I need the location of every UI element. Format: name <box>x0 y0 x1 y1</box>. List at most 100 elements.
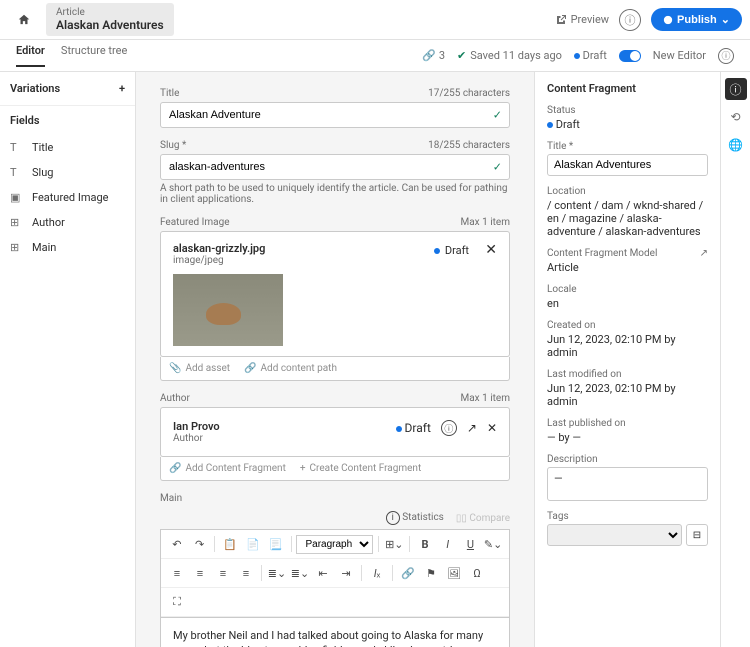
asset-thumbnail[interactable] <box>173 274 283 346</box>
location-label: Location <box>547 186 708 197</box>
link-icon: 🔗 <box>422 49 436 62</box>
paste-word-button[interactable]: 📃 <box>266 534 286 554</box>
link-count[interactable]: 🔗 3 <box>422 49 445 62</box>
field-main[interactable]: ⊞Main <box>0 235 135 260</box>
add-asset-button[interactable]: 📎Add asset <box>169 363 230 374</box>
new-editor-label: New Editor <box>653 49 706 62</box>
redo-button[interactable]: ↷ <box>190 534 210 554</box>
rp-title-label: Title * <box>547 141 708 152</box>
tab-editor[interactable]: Editor <box>16 44 45 67</box>
model-value: Article <box>547 261 579 274</box>
check-icon: ✓ <box>493 109 502 122</box>
editor-info-button[interactable]: ⓘ <box>718 48 734 64</box>
asset-status: Draft <box>434 244 469 257</box>
underline-button[interactable]: U <box>461 534 481 554</box>
chevron-down-icon: ⌄ <box>721 13 730 26</box>
editor-canvas: Title17/255 characters ✓ Slug *18/255 ch… <box>136 72 534 647</box>
remove-author-button[interactable]: ✕ <box>487 421 497 435</box>
align-center-button[interactable]: ≡ <box>190 563 210 583</box>
created-label: Created on <box>547 320 708 331</box>
properties-panel: Content Fragment Status Draft Title * Lo… <box>534 72 720 647</box>
text-color-button[interactable]: ✎⌄ <box>483 534 503 554</box>
link-icon: 🔗 <box>169 463 181 474</box>
info-icon: i <box>386 511 400 525</box>
properties-rail-button[interactable]: ⓘ <box>725 78 747 100</box>
undo-button[interactable]: ↶ <box>167 534 187 554</box>
locale-value: en <box>547 297 559 310</box>
preview-link[interactable]: Preview <box>555 13 609 26</box>
align-right-button[interactable]: ≡ <box>213 563 233 583</box>
status-value: Draft <box>547 118 580 131</box>
italic-button[interactable]: I <box>438 534 458 554</box>
published-label: Last published on <box>547 418 708 429</box>
link-icon: 🔗 <box>244 363 256 374</box>
author-status: Draft <box>396 421 431 435</box>
new-editor-toggle[interactable] <box>619 50 641 62</box>
publish-button[interactable]: Publish ⌄ <box>651 8 742 31</box>
statistics-button[interactable]: i Statistics <box>386 511 444 525</box>
fragment-icon: ⊞ <box>10 241 24 254</box>
open-model-button[interactable]: ↗ <box>700 248 708 259</box>
outdent-button[interactable]: ⇤ <box>313 563 333 583</box>
rte-body[interactable]: My brother Neil and I had talked about g… <box>160 618 510 647</box>
info-button[interactable]: ⓘ <box>619 9 641 31</box>
field-author[interactable]: ⊞Author <box>0 210 135 235</box>
image-button[interactable]: 🖼 <box>444 563 464 583</box>
open-fragment-button[interactable]: ↗ <box>467 421 477 435</box>
align-justify-button[interactable]: ≡ <box>236 563 256 583</box>
remove-asset-button[interactable]: ✕ <box>485 242 497 258</box>
align-left-button[interactable]: ≡ <box>167 563 187 583</box>
plus-icon: + <box>300 463 306 474</box>
add-variation-button[interactable]: + <box>119 82 125 95</box>
tags-select[interactable] <box>547 524 682 546</box>
author-info-button[interactable]: ⓘ <box>441 420 457 436</box>
title-input[interactable] <box>160 102 510 128</box>
featured-max: Max 1 item <box>461 217 511 228</box>
saved-status: ✔ Saved 11 days ago <box>457 49 562 62</box>
status-label: Status <box>547 105 708 116</box>
text-icon: T <box>10 141 24 154</box>
description-label: Description <box>547 454 708 465</box>
references-rail-button[interactable]: 🌐 <box>725 134 747 156</box>
description-input[interactable]: — <box>547 467 708 501</box>
author-max: Max 1 item <box>461 393 511 404</box>
main-label: Main <box>160 493 182 504</box>
tags-browse-button[interactable]: ⊟ <box>686 524 708 546</box>
bold-button[interactable]: B <box>415 534 435 554</box>
draft-status: Draft <box>574 49 607 62</box>
variations-header: Variations <box>10 82 60 95</box>
text-icon: T <box>10 166 24 179</box>
add-content-path-button[interactable]: 🔗Add content path <box>244 363 337 374</box>
fields-header: Fields <box>0 105 135 135</box>
compare-button[interactable]: ▯▯ Compare <box>456 513 510 524</box>
tab-structure-tree[interactable]: Structure tree <box>61 44 127 67</box>
modified-value: Jun 12, 2023, 02:10 PM by admin <box>547 382 676 408</box>
paste-text-button[interactable]: 📄 <box>243 534 263 554</box>
number-list-button[interactable]: ≣⌄ <box>290 563 310 583</box>
home-button[interactable] <box>8 4 40 36</box>
rte-toolbar: ↶ ↷ 📋 📄 📃 Paragraph ⊞⌄ B I U ✎⌄ <box>160 529 510 618</box>
bullet-list-button[interactable]: ≣⌄ <box>267 563 287 583</box>
table-button[interactable]: ⊞⌄ <box>384 534 404 554</box>
field-featured-image[interactable]: ▣Featured Image <box>0 185 135 210</box>
breadcrumb-label: Article <box>56 7 164 18</box>
create-content-fragment-button[interactable]: +Create Content Fragment <box>300 463 421 474</box>
link-button[interactable]: 🔗 <box>398 563 418 583</box>
field-title[interactable]: TTitle <box>0 135 135 160</box>
paragraph-select[interactable]: Paragraph <box>296 535 373 554</box>
field-slug[interactable]: TSlug <box>0 160 135 185</box>
attachment-icon: 📎 <box>169 363 181 374</box>
history-rail-button[interactable]: ⟲ <box>725 106 747 128</box>
paste-button[interactable]: 📋 <box>220 534 240 554</box>
check-icon: ✔ <box>457 49 466 62</box>
clear-format-button[interactable]: Iₓ <box>367 563 387 583</box>
anchor-button[interactable]: ⚑ <box>421 563 441 583</box>
location-value: / content / dam / wknd-shared / en / mag… <box>547 199 703 238</box>
fullscreen-button[interactable]: ⛶ <box>167 592 187 612</box>
special-char-button[interactable]: Ω <box>467 563 487 583</box>
add-content-fragment-button[interactable]: 🔗Add Content Fragment <box>169 463 286 474</box>
breadcrumb[interactable]: Article Alaskan Adventures <box>46 3 174 36</box>
slug-input[interactable] <box>160 154 510 180</box>
indent-button[interactable]: ⇥ <box>336 563 356 583</box>
rp-title-input[interactable] <box>547 154 708 176</box>
